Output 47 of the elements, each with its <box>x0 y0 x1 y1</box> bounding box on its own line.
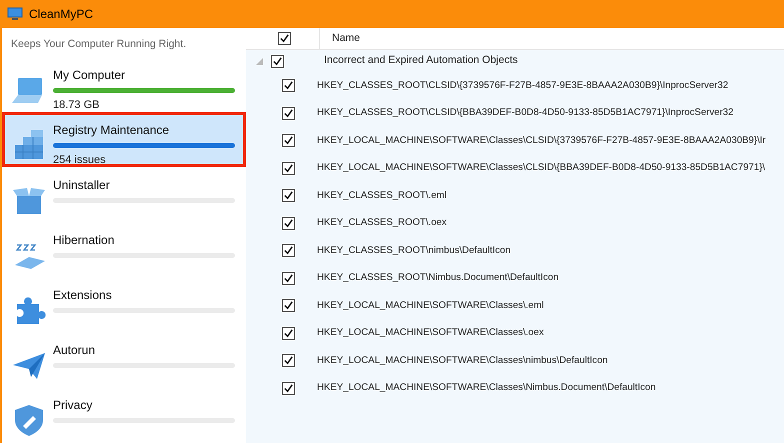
sidebar-item[interactable]: Autorun <box>2 332 246 387</box>
row-checkbox[interactable] <box>282 244 295 258</box>
registry-key: HKEY_CLASSES_ROOT\Nimbus.Document\DefaultIcon <box>317 271 559 286</box>
row-checkbox[interactable] <box>282 382 295 395</box>
column-header[interactable]: Name <box>320 30 360 46</box>
item-label: My Computer <box>53 67 126 84</box>
row-checkbox[interactable] <box>282 79 295 92</box>
monitor-icon <box>7 7 23 21</box>
registry-key: HKEY_LOCAL_MACHINE\SOFTWARE\Classes\Nimbus.Document\DefaultIcon <box>317 381 656 396</box>
row-checkbox[interactable] <box>282 299 295 312</box>
group-checkbox[interactable] <box>271 54 284 68</box>
item-label: Uninstaller <box>53 177 111 194</box>
registry-key: HKEY_LOCAL_MACHINE\SOFTWARE\Classes\.oex <box>317 326 544 340</box>
row-checkbox[interactable] <box>282 189 295 202</box>
item-label: Hibernation <box>53 232 116 249</box>
row-checkbox[interactable] <box>282 354 295 368</box>
registry-key: HKEY_CLASSES_ROOT\nimbus\DefaultIcon <box>317 244 511 258</box>
group-label: Incorrect and Expired Automation Objects <box>324 53 518 68</box>
tagline: Keeps Your Computer Running Right. <box>10 37 188 52</box>
sidebar-item[interactable]: Hibernation <box>2 222 246 277</box>
row-checkbox[interactable] <box>282 134 295 148</box>
item-label: Privacy <box>53 397 94 414</box>
item-label: Autorun <box>53 342 96 359</box>
row-checkbox[interactable] <box>282 106 295 120</box>
registry-key: HKEY_LOCAL_MACHINE\SOFTWARE\Classes\nimbus\DefaultIcon <box>317 354 608 368</box>
registry-key: HKEY_LOCAL_MACHINE\SOFTWARE\Classes\CLSID\{3739576F-F27B-4857-9E3E-8BAAA2A030B9}\Ir <box>317 134 766 148</box>
registry-key: HKEY_LOCAL_MACHINE\SOFTWARE\Classes\.eml <box>317 298 544 313</box>
item-label: Extensions <box>53 287 113 304</box>
sidebar-item[interactable]: Uninstaller <box>2 167 246 222</box>
row-checkbox[interactable] <box>282 272 295 285</box>
item-detail: 18.73 GB <box>53 98 100 113</box>
row-checkbox[interactable] <box>282 326 295 340</box>
item-detail: 254 issues <box>53 153 107 168</box>
sidebar-item[interactable]: Privacy <box>2 387 246 442</box>
item-label: Registry Maintenance <box>53 122 170 139</box>
sidebar-item[interactable]: My Computer 18.73 GB <box>2 57 246 112</box>
row-checkbox[interactable] <box>282 216 295 230</box>
registry-key: HKEY_LOCAL_MACHINE\SOFTWARE\Classes\CLSID\{BBA39DEF-B0D8-4D50-9133-85D5B1AC7971}\ <box>317 161 766 176</box>
select-all-checkbox[interactable] <box>278 32 291 45</box>
registry-key: HKEY_CLASSES_ROOT\CLSID\{BBA39DEF-B0D8-4D50-9133-85D5B1AC7971}\InprocServer32 <box>317 106 734 120</box>
row-checkbox[interactable] <box>282 162 295 175</box>
registry-key: HKEY_CLASSES_ROOT\.eml <box>317 188 447 203</box>
sidebar-item[interactable]: Extensions <box>2 277 246 332</box>
sidebar-item[interactable]: Registry Maintenance 254 issues <box>2 112 246 167</box>
window-title: CleanMyPC <box>29 6 94 23</box>
registry-key: HKEY_CLASSES_ROOT\CLSID\{3739576F-F27B-4857-9E3E-8BAAA2A030B9}\InprocServer32 <box>317 78 728 93</box>
registry-key: HKEY_CLASSES_ROOT\.oex <box>317 216 447 230</box>
